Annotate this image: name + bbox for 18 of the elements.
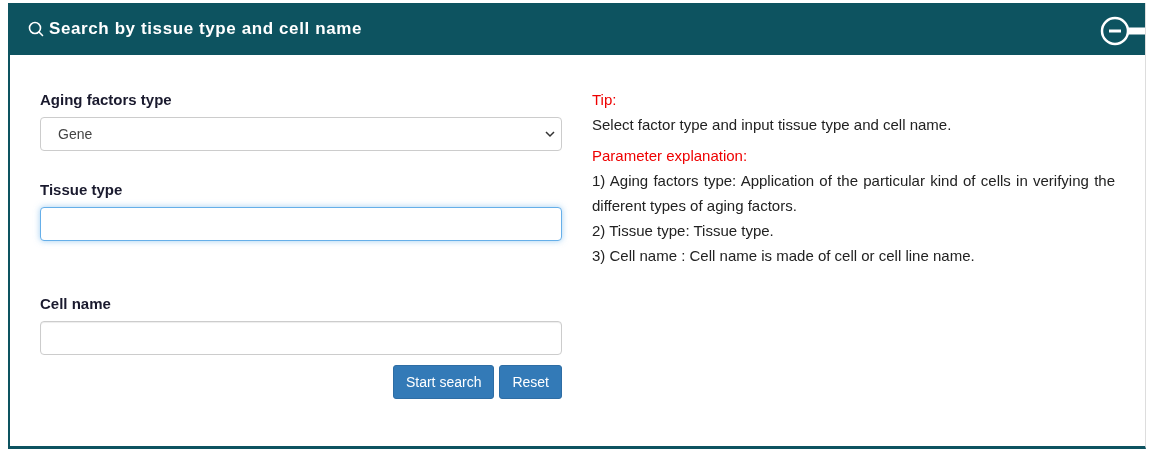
explanation-text: 2) Tissue type: Tissue type. bbox=[592, 221, 775, 241]
panel-title: Search by tissue type and cell name bbox=[49, 19, 362, 39]
search-icon bbox=[28, 21, 44, 37]
field-label: Aging factors type bbox=[40, 91, 173, 108]
field-label: Tissue type bbox=[40, 181, 124, 198]
field-label: Cell name bbox=[40, 295, 112, 312]
text-field[interactable] bbox=[40, 321, 562, 355]
collapse-icon[interactable] bbox=[1099, 15, 1145, 47]
select-field[interactable]: Gene bbox=[40, 117, 562, 151]
explanation-heading: Parameter explanation: bbox=[592, 146, 749, 166]
tip-heading: Tip: bbox=[592, 90, 618, 110]
explanation-text: 1) Aging factors type: Application of the particular kind of cells in verifying the different types of aging factors. bbox=[592, 171, 1115, 216]
tip-text: Select factor type and input tissue type and cell name. bbox=[592, 115, 953, 135]
reset-button[interactable]: Reset bbox=[499, 365, 562, 399]
explanation-text: 3) Cell name : Cell name is made of cell or cell line name. bbox=[592, 246, 976, 266]
text-field[interactable] bbox=[40, 207, 562, 241]
chevron-down-icon bbox=[545, 130, 555, 138]
search-button[interactable]: Start search bbox=[392, 365, 495, 399]
